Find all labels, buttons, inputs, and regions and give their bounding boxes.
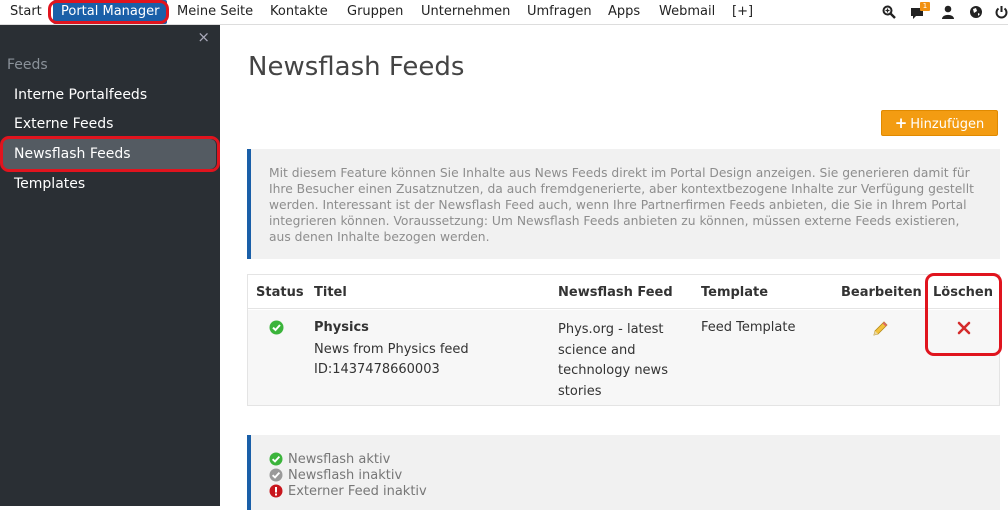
col-loeschen: Löschen <box>933 285 993 300</box>
nav-start[interactable]: Start <box>10 0 42 24</box>
nav-portal-manager[interactable]: Portal Manager <box>53 0 168 24</box>
legend-item: Newsflash aktiv <box>269 451 1000 467</box>
col-bearbeiten: Bearbeiten <box>841 285 922 300</box>
status-inactive-icon <box>269 468 283 482</box>
legend-item: Newsflash inaktiv <box>269 467 1000 483</box>
legend-item: Externer Feed inaktiv <box>269 483 1000 499</box>
globe-icon[interactable] <box>969 4 985 20</box>
template-name: Feed Template <box>701 320 796 335</box>
sidebar-item-interne-portalfeeds[interactable]: Interne Portalfeeds <box>14 87 147 103</box>
legend-label: Newsflash inaktiv <box>288 467 403 483</box>
legend-box: Newsflash aktiv Newsflash inaktiv Extern… <box>247 435 1000 510</box>
nav-webmail[interactable]: Webmail <box>659 0 715 24</box>
nav-unternehmen[interactable]: Unternehmen <box>421 0 510 24</box>
col-titel: Titel <box>314 285 347 300</box>
sidebar-item-newsflash-feeds[interactable]: Newsflash Feeds <box>14 146 131 162</box>
info-text: Mit diesem Feature können Sie Inhalte au… <box>269 166 974 244</box>
status-active-icon <box>269 320 284 339</box>
delete-icon[interactable] <box>957 321 971 339</box>
plus-icon: + <box>894 114 908 132</box>
warning-icon <box>269 484 283 498</box>
table-row: Physics News from Physics feed ID:143747… <box>248 310 999 405</box>
sidebar-header: Feeds <box>7 57 48 73</box>
legend-label: Externer Feed inaktiv <box>288 483 427 499</box>
col-template: Template <box>701 285 769 300</box>
search-icon[interactable] <box>882 4 898 20</box>
nav-meine-seite[interactable]: Meine Seite <box>177 0 253 24</box>
add-button[interactable]: + Hinzufügen <box>881 110 998 136</box>
top-navigation: Start Portal Manager Meine Seite Kontakt… <box>0 0 1008 25</box>
notification-badge: 1 <box>920 2 930 11</box>
col-status: Status <box>256 285 304 300</box>
sidebar-item-externe-feeds[interactable]: Externe Feeds <box>14 116 113 132</box>
feed-title-link[interactable]: Physics <box>314 320 369 335</box>
nav-kontakte[interactable]: Kontakte <box>270 0 328 24</box>
nav-apps[interactable]: Apps <box>608 0 640 24</box>
close-icon[interactable]: × <box>197 28 210 46</box>
chat-icon[interactable]: 1 <box>910 2 930 21</box>
add-button-label: Hinzufügen <box>910 117 985 132</box>
col-newsflash-feed: Newsflash Feed <box>558 285 673 300</box>
nav-more[interactable]: [+] <box>732 0 753 24</box>
feed-description: News from Physics feed <box>314 342 469 357</box>
main-content: Newsflash Feeds + Hinzufügen Mit diesem F… <box>220 25 1008 510</box>
feeds-table: Status Titel Newsflash Feed Template Bea… <box>247 274 1000 406</box>
pencil-icon[interactable] <box>872 320 889 341</box>
nav-umfragen[interactable]: Umfragen <box>527 0 592 24</box>
user-icon[interactable] <box>942 4 958 20</box>
page-title: Newsflash Feeds <box>248 52 465 82</box>
sidebar: × Feeds Interne Portalfeeds Externe Feed… <box>0 25 220 506</box>
status-active-icon <box>269 452 283 466</box>
power-icon[interactable] <box>995 4 1008 20</box>
newsflash-feed-name: Phys.org - latest science and technology… <box>558 322 668 399</box>
feed-id: ID:1437478660003 <box>314 362 440 377</box>
legend-label: Newsflash aktiv <box>288 451 391 467</box>
nav-gruppen[interactable]: Gruppen <box>347 0 403 24</box>
info-box: Mit diesem Feature können Sie Inhalte au… <box>247 149 1000 259</box>
sidebar-item-templates[interactable]: Templates <box>14 176 85 192</box>
table-header: Status Titel Newsflash Feed Template Bea… <box>248 275 999 309</box>
